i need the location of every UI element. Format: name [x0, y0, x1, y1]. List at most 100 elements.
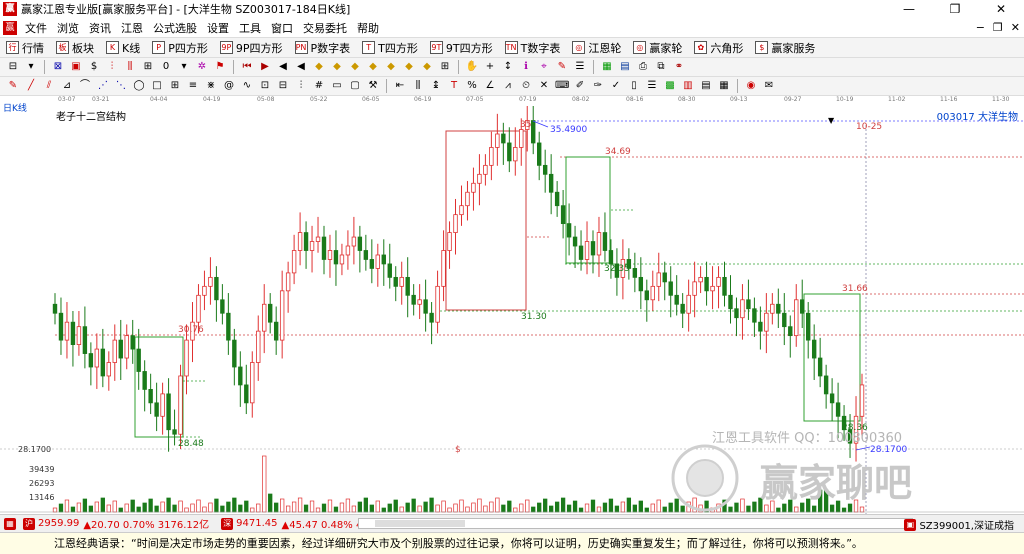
dollar-icon[interactable]: $ [87, 60, 101, 74]
ray-icon[interactable]: ⊿ [60, 79, 74, 93]
menu-browse[interactable]: 浏览 [52, 20, 84, 36]
table-icon[interactable]: ⊟ [276, 79, 290, 93]
gann-icon[interactable]: ⋇ [204, 79, 218, 93]
fan2-icon[interactable]: ⋱ [114, 79, 128, 93]
menu-file[interactable]: 文件 [20, 20, 52, 36]
angle-icon[interactable]: ∠ [483, 79, 497, 93]
arrow-icon[interactable]: ↕ [501, 60, 515, 74]
ruler-icon[interactable]: ⫶ [294, 79, 308, 93]
mark-icon[interactable]: ✓ [609, 79, 623, 93]
tool-icon[interactable]: ⚒ [366, 79, 380, 93]
frame-icon[interactable]: ▢ [348, 79, 362, 93]
close-button[interactable]: ✕ [978, 0, 1024, 18]
toolbar-button-9[interactable]: ◎ 江恩轮 [566, 40, 621, 56]
diamond-icon[interactable]: ◆ [330, 60, 344, 74]
arc-icon[interactable]: ⌒ [78, 79, 92, 93]
spiral-icon[interactable]: @ [222, 79, 236, 93]
menu-trade[interactable]: 交易委托 [298, 20, 352, 36]
toolbar-button-4[interactable]: 9P 9P四方形 [214, 40, 283, 56]
menu-formula[interactable]: 公式选股 [148, 20, 202, 36]
menu-window[interactable]: 窗口 [266, 20, 298, 36]
maximize-button[interactable]: ❐ [932, 0, 978, 18]
cross-icon[interactable]: + [483, 60, 497, 74]
diamond-icon[interactable]: ◆ [366, 60, 380, 74]
candle-icon[interactable]: ⫼ [123, 60, 137, 74]
print-icon[interactable]: ⎙ [636, 60, 650, 74]
index-switch-icon[interactable]: ▣ [904, 518, 917, 531]
fan-icon[interactable]: ⋰ [96, 79, 110, 93]
text-icon[interactable]: T [447, 79, 461, 93]
calculator-icon[interactable]: ▦ [600, 60, 614, 74]
grid-icon[interactable]: ⊞ [168, 79, 182, 93]
toolbar-button-2[interactable]: K K线 [100, 40, 140, 56]
toolbar-button-12[interactable]: $ 赢家服务 [749, 40, 815, 56]
toolbar-button-3[interactable]: P P四方形 [146, 40, 208, 56]
kline-chart[interactable]: 35 35.4900 34.69 32.35 31.66 31.30 30.76 28.48 2… [0, 100, 1024, 534]
grid-icon[interactable]: ⊞ [438, 60, 452, 74]
calendar-icon[interactable]: ▣ [69, 60, 83, 74]
period-label[interactable]: 日K线 [3, 101, 27, 114]
toolbar-button-0[interactable]: 行行情 [0, 40, 44, 56]
page-icon[interactable]: ▯ [627, 79, 641, 93]
map-icon[interactable]: ▩ [663, 79, 677, 93]
channel-icon[interactable]: ⫽ [42, 79, 56, 93]
grid2-icon[interactable]: ▦ [717, 79, 731, 93]
menu-gann[interactable]: 江恩 [116, 20, 148, 36]
minimize-button[interactable]: — [886, 0, 932, 18]
diamond-icon[interactable]: ◆ [384, 60, 398, 74]
save-icon[interactable]: ▤ [618, 60, 632, 74]
chat-icon[interactable]: ✉ [762, 79, 776, 93]
layout-icon[interactable]: ⊟ [6, 60, 20, 74]
pencil-icon[interactable]: ✎ [6, 79, 20, 93]
box-icon[interactable]: ⊡ [258, 79, 272, 93]
bars-icon[interactable]: ⫼ [411, 79, 425, 93]
zigzag-icon[interactable]: ⩘ [501, 79, 515, 93]
globe-icon[interactable]: ◉ [744, 79, 758, 93]
scrollbar-thumb[interactable] [375, 520, 465, 527]
toolbar-button-6[interactable]: T T四方形 [356, 40, 418, 56]
keyboard-icon[interactable]: ⌨ [555, 79, 569, 93]
window-icon[interactable]: ⧉ [654, 60, 668, 74]
right-index-code[interactable]: SZ399001,深证成指 [919, 517, 1014, 532]
toolbar-button-8[interactable]: TN T数字表 [499, 40, 560, 56]
mdi-restore-button[interactable]: ❐ [993, 21, 1003, 34]
menu-tools[interactable]: 工具 [234, 20, 266, 36]
diamond-icon[interactable]: ◆ [420, 60, 434, 74]
zero-icon[interactable]: 0 [159, 60, 173, 74]
brush-icon[interactable]: ✑ [591, 79, 605, 93]
play-icon[interactable]: ▶ [258, 60, 272, 74]
square-icon[interactable]: □ [150, 79, 164, 93]
toolbar-button-1[interactable]: 板板块 [50, 40, 94, 56]
diamond-icon[interactable]: ◆ [402, 60, 416, 74]
diamond-icon[interactable]: ◆ [312, 60, 326, 74]
pen-icon[interactable]: ✐ [573, 79, 587, 93]
list-icon[interactable]: ☰ [645, 79, 659, 93]
grid-icon[interactable]: ⊞ [141, 60, 155, 74]
flag-icon[interactable]: ⚑ [213, 60, 227, 74]
dropdown-icon[interactable]: ▾ [177, 60, 191, 74]
first-icon[interactable]: ⏮ [240, 60, 254, 74]
back-icon[interactable]: ◀ [294, 60, 308, 74]
settings-icon[interactable]: ✲ [195, 60, 209, 74]
delete-icon[interactable]: ✕ [537, 79, 551, 93]
palette-icon[interactable]: ✎ [555, 60, 569, 74]
dropdown-caret-icon[interactable]: ▼ [828, 116, 834, 125]
wave-icon[interactable]: ∿ [240, 79, 254, 93]
time-icon[interactable]: ⏲ [519, 79, 533, 93]
prev-icon[interactable]: ◀ [276, 60, 290, 74]
cursor-icon[interactable]: ⇤ [393, 79, 407, 93]
dropdown-icon[interactable]: ▾ [24, 60, 38, 74]
rect-icon[interactable]: ▭ [330, 79, 344, 93]
bar-chart-icon[interactable]: ⫶ [105, 60, 119, 74]
info-icon[interactable]: ℹ [519, 60, 533, 74]
mdi-close-button[interactable]: ✕ [1011, 21, 1020, 34]
toolbar-button-10[interactable]: ◎ 赢家轮 [627, 40, 682, 56]
book-icon[interactable]: ▥ [681, 79, 695, 93]
measure-icon[interactable]: ↨ [429, 79, 443, 93]
toolbar-button-11[interactable]: ✿ 六角形 [688, 40, 743, 56]
mdi-minimize-button[interactable]: − [976, 21, 985, 34]
calendar-icon[interactable]: ▦ [4, 517, 16, 530]
menu-settings[interactable]: 设置 [202, 20, 234, 36]
fibo-icon[interactable]: ≡ [186, 79, 200, 93]
toolbar-button-7[interactable]: 9T 9T四方形 [424, 40, 493, 56]
